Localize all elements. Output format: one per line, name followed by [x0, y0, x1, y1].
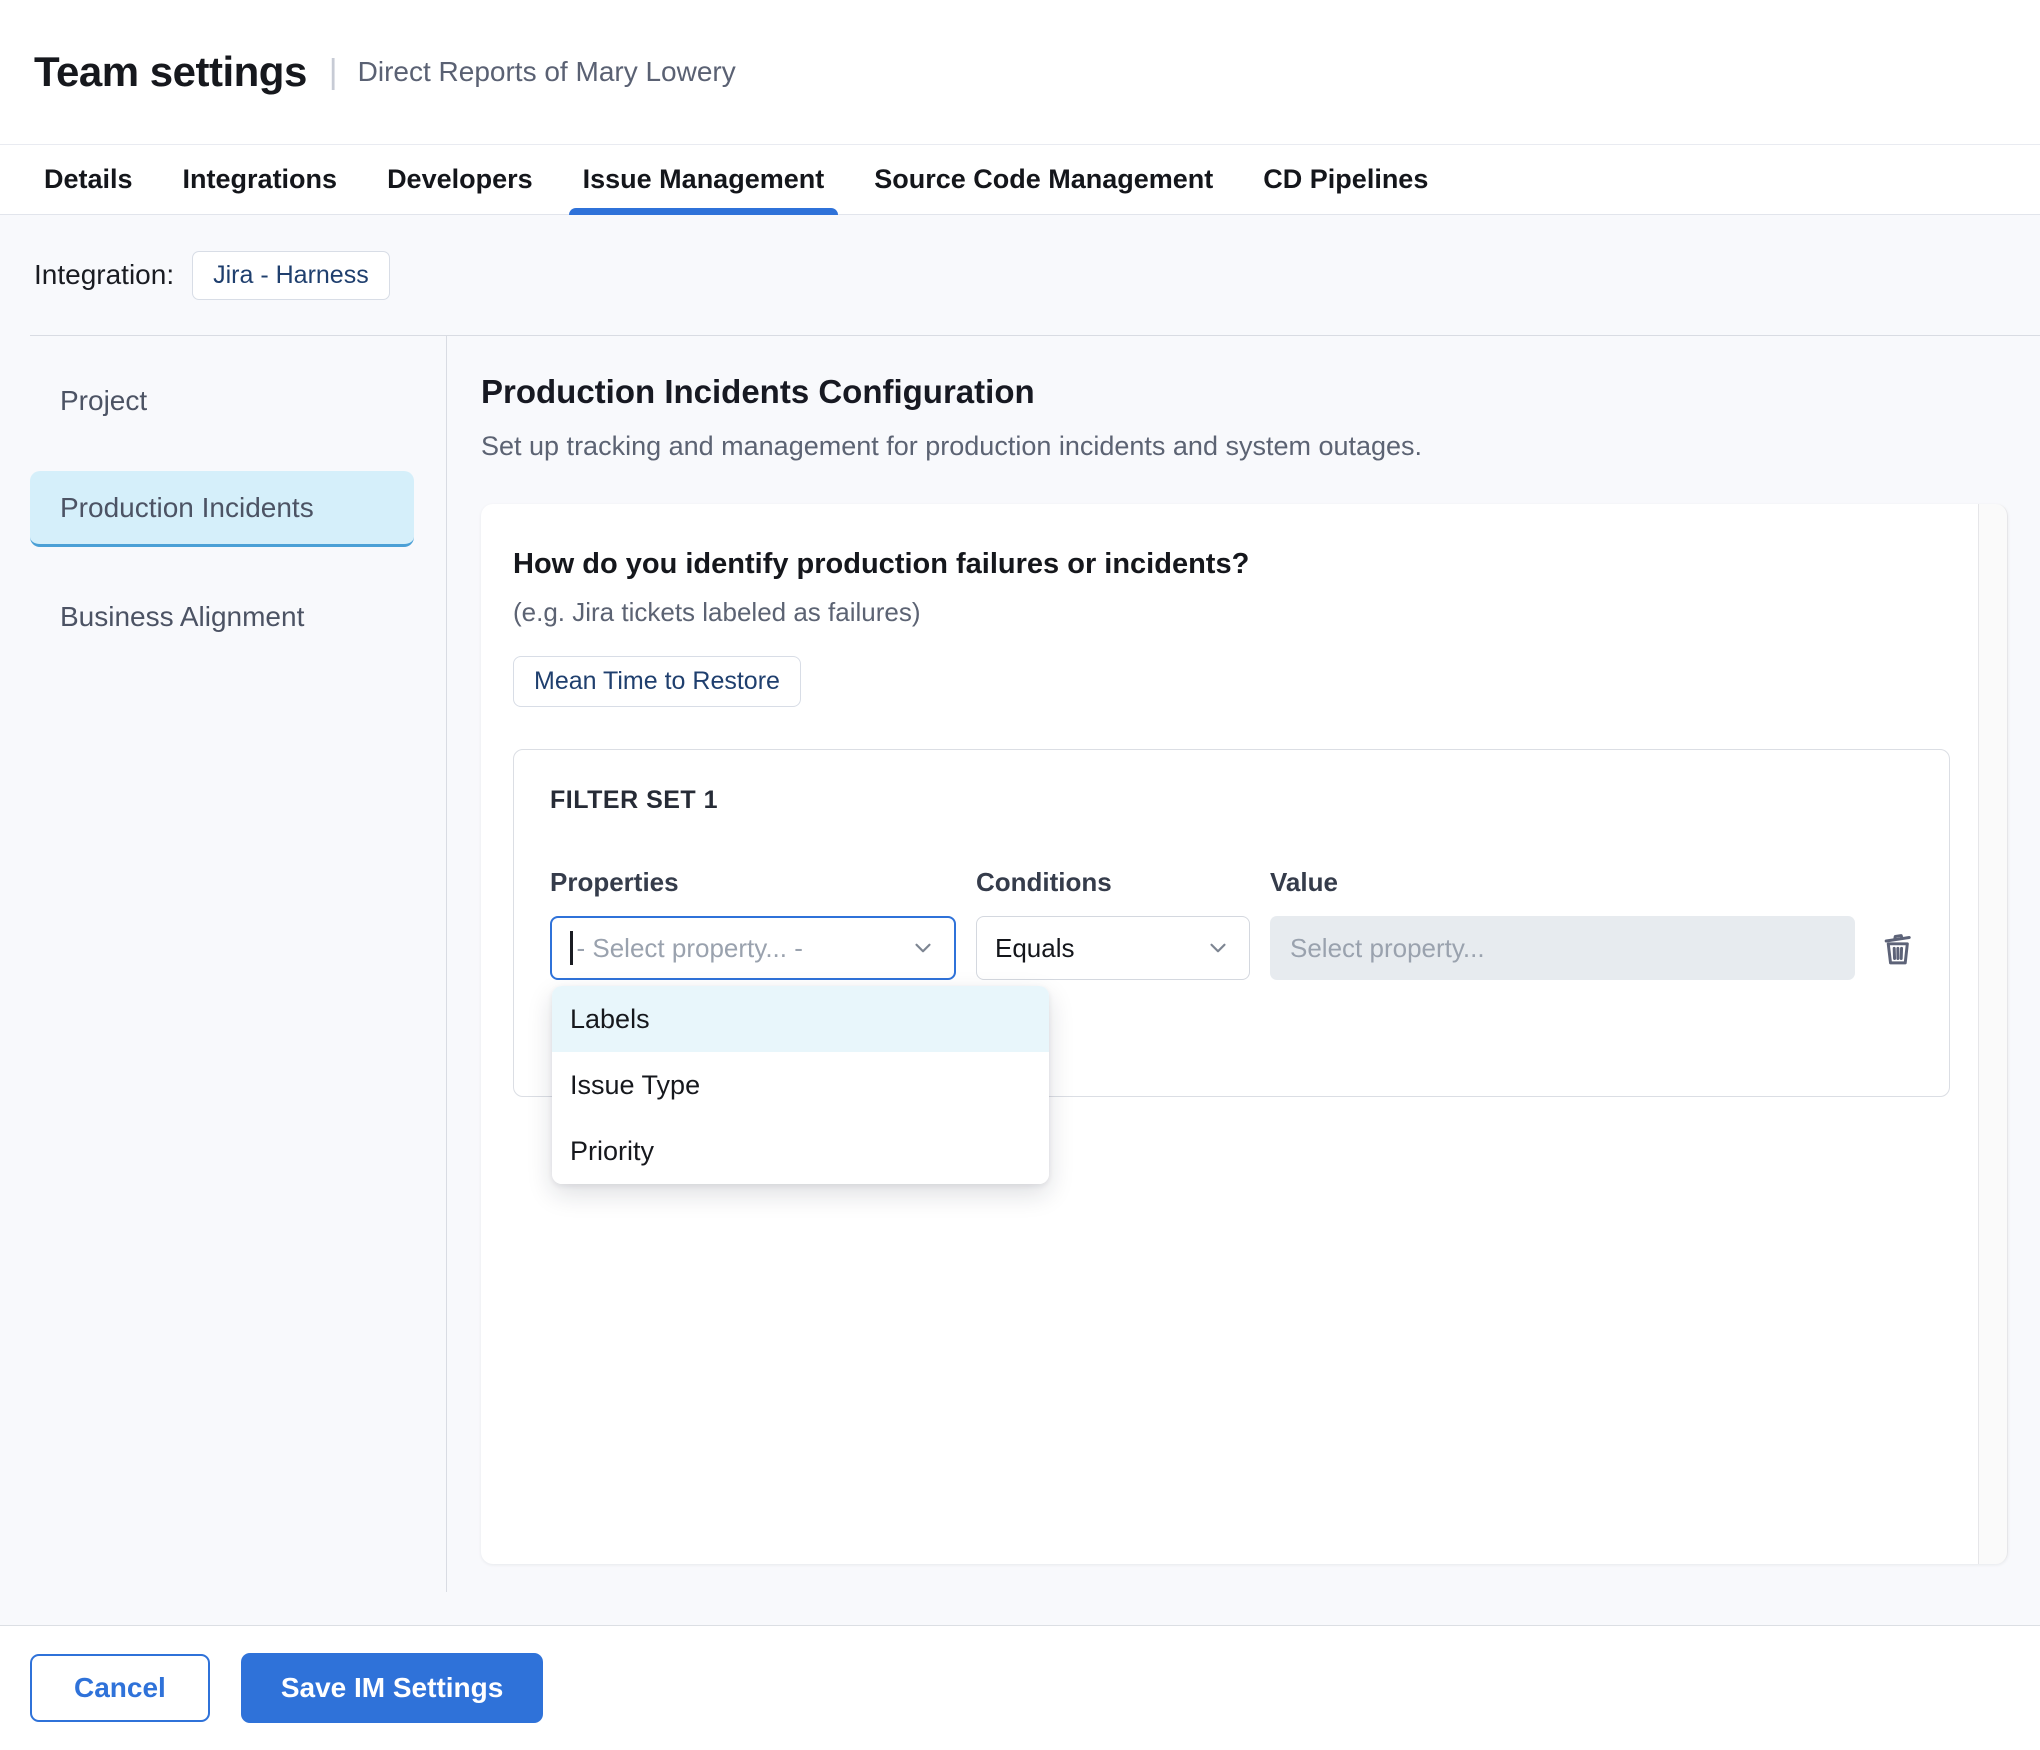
- tab-developers[interactable]: Developers: [387, 145, 533, 214]
- integration-badge[interactable]: Jira - Harness: [192, 251, 390, 300]
- section-title: Production Incidents Configuration: [481, 373, 2040, 411]
- chevron-down-icon: [1205, 935, 1231, 961]
- value-input[interactable]: [1270, 916, 1855, 980]
- dropdown-option-issue-type[interactable]: Issue Type: [552, 1052, 1049, 1118]
- dropdown-option-priority[interactable]: Priority: [552, 1118, 1049, 1184]
- properties-select[interactable]: - Select property... -: [550, 916, 956, 980]
- integration-row: Integration: Jira - Harness: [0, 215, 2040, 335]
- tab-issue-management[interactable]: Issue Management: [583, 145, 825, 214]
- conditions-select[interactable]: Equals: [976, 916, 1250, 980]
- content-divider: [30, 335, 2040, 336]
- tab-source-code-management[interactable]: Source Code Management: [874, 145, 1213, 214]
- filter-set-panel: FILTER SET 1 Properties Conditions Value…: [513, 749, 1950, 1097]
- properties-column-label: Properties: [550, 867, 956, 898]
- filter-grid: Properties Conditions Value - Select pro…: [550, 867, 1913, 980]
- page-title: Team settings: [34, 48, 307, 96]
- value-column-label: Value: [1270, 867, 1855, 898]
- text-cursor: [570, 931, 573, 965]
- delete-filter-button[interactable]: [1875, 926, 1919, 970]
- sidebar-item-project[interactable]: Project: [30, 363, 414, 439]
- integration-label: Integration:: [34, 259, 174, 291]
- team-name-subtitle: Direct Reports of Mary Lowery: [358, 56, 736, 88]
- footer-actions: Cancel Save IM Settings: [0, 1625, 2040, 1750]
- trash-icon: [1876, 927, 1918, 969]
- incidents-config-card: How do you identify production failures …: [481, 504, 2008, 1564]
- tab-details[interactable]: Details: [44, 145, 133, 214]
- settings-sidebar: Project Production Incidents Business Al…: [0, 335, 447, 1592]
- save-im-settings-button[interactable]: Save IM Settings: [241, 1653, 544, 1723]
- dropdown-option-labels[interactable]: Labels: [552, 986, 1049, 1052]
- mean-time-to-restore-chip[interactable]: Mean Time to Restore: [513, 656, 801, 707]
- conditions-value: Equals: [995, 933, 1075, 964]
- chevron-down-icon: [910, 935, 936, 961]
- section-subtitle: Set up tracking and management for produ…: [481, 431, 2040, 462]
- settings-tabbar: Details Integrations Developers Issue Ma…: [0, 144, 2040, 215]
- cancel-button[interactable]: Cancel: [30, 1654, 210, 1722]
- properties-dropdown: Labels Issue Type Priority: [552, 986, 1049, 1184]
- question-hint: (e.g. Jira tickets labeled as failures): [513, 597, 1944, 628]
- tab-cd-pipelines[interactable]: CD Pipelines: [1263, 145, 1428, 214]
- title-separator: |: [329, 53, 338, 92]
- main-panel: Production Incidents Configuration Set u…: [447, 335, 2040, 1625]
- page: Team settings | Direct Reports of Mary L…: [0, 0, 2040, 1750]
- app-header: Team settings | Direct Reports of Mary L…: [0, 0, 2040, 144]
- conditions-column-label: Conditions: [976, 867, 1250, 898]
- tab-integrations[interactable]: Integrations: [183, 145, 338, 214]
- content-area: Project Production Incidents Business Al…: [0, 335, 2040, 1625]
- card-scrollbar[interactable]: [1978, 504, 2008, 1564]
- filter-set-title: FILTER SET 1: [550, 786, 1913, 815]
- properties-placeholder: - Select property... -: [577, 933, 803, 964]
- sidebar-item-business-alignment[interactable]: Business Alignment: [30, 579, 414, 655]
- question-heading: How do you identify production failures …: [513, 548, 1944, 581]
- sidebar-item-production-incidents[interactable]: Production Incidents: [30, 471, 414, 547]
